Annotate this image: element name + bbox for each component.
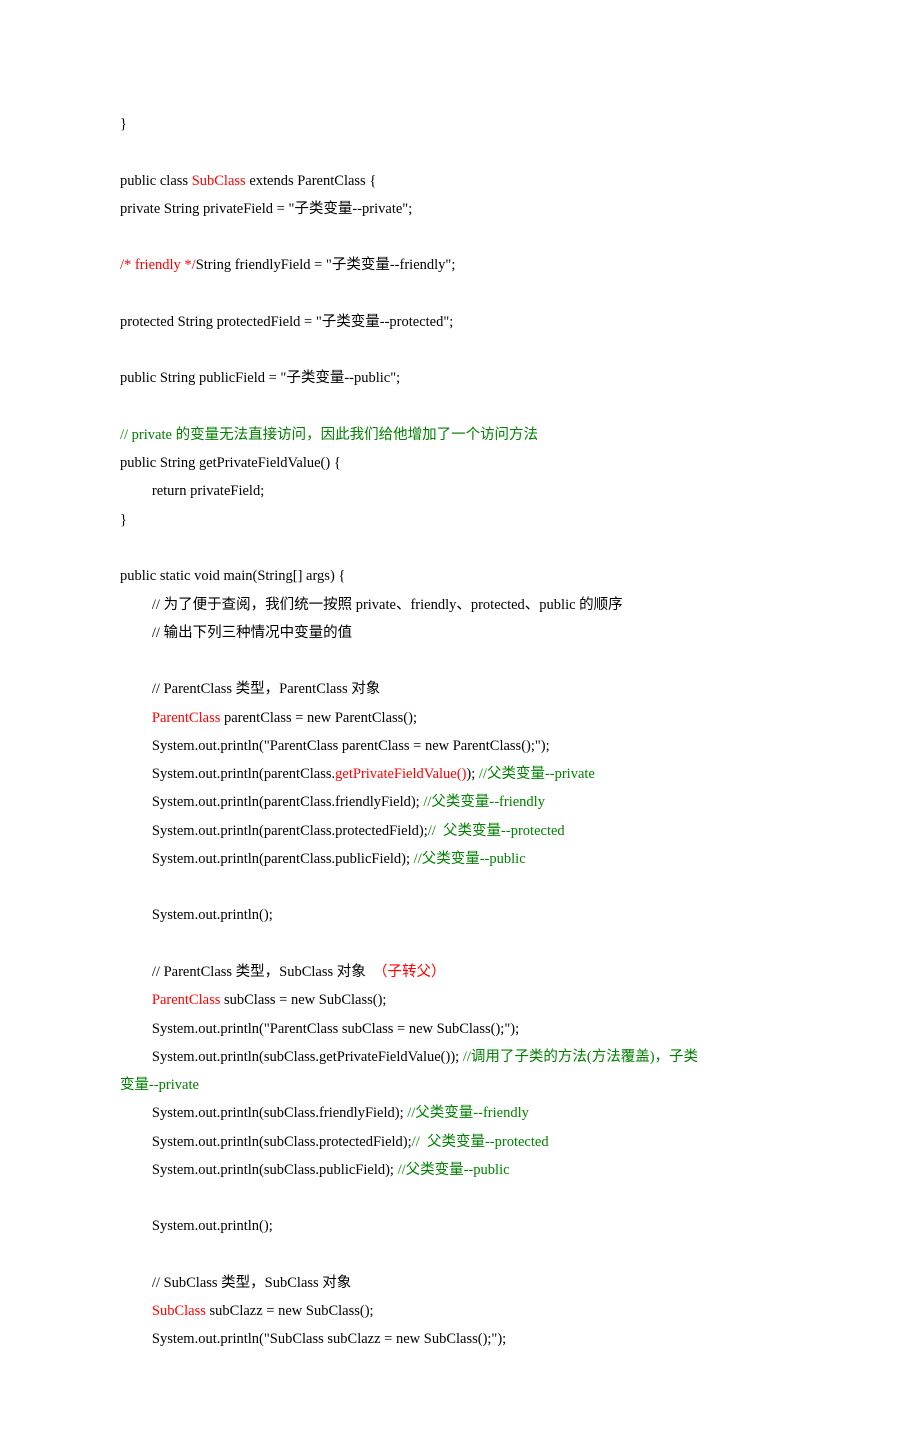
code-line: // ParentClass 类型，ParentClass 对象 <box>120 675 800 703</box>
code-segment: System.out.println("ParentClass parentCl… <box>152 738 550 754</box>
code-segment: System.out.println("ParentClass subClass… <box>152 1021 519 1037</box>
code-segment: System.out.println(parentClass.protected… <box>152 823 428 839</box>
code-segment: System.out.println(subClass.friendlyFiel… <box>152 1105 407 1121</box>
code-line <box>120 534 800 562</box>
code-segment: SubClass <box>152 1303 206 1319</box>
code-line: System.out.println("ParentClass subClass… <box>120 1015 800 1043</box>
code-segment: System.out.println("SubClass subClazz = … <box>152 1331 506 1347</box>
code-segment: // 为了便于查阅，我们统一按照 private、friendly、protec… <box>152 597 623 613</box>
code-segment: protected String protectedField = "子类变量-… <box>120 314 453 330</box>
code-line: /* friendly */String friendlyField = "子类… <box>120 251 800 279</box>
code-line: System.out.println(parentClass.friendlyF… <box>120 788 800 816</box>
code-segment: // 输出下列三种情况中变量的值 <box>152 625 352 641</box>
code-line: } <box>120 110 800 138</box>
code-line: SubClass subClazz = new SubClass(); <box>120 1297 800 1325</box>
code-line: // 输出下列三种情况中变量的值 <box>120 619 800 647</box>
code-segment: //调用了子类的方法(方法覆盖)，子类 <box>463 1049 698 1065</box>
code-segment: public class <box>120 173 192 189</box>
code-line: } <box>120 506 800 534</box>
code-line: 变量--private <box>120 1071 800 1099</box>
code-line: protected String protectedField = "子类变量-… <box>120 308 800 336</box>
code-segment: parentClass = new ParentClass(); <box>220 710 417 726</box>
code-block: } public class SubClass extends ParentCl… <box>120 110 800 1354</box>
code-segment: System.out.println(); <box>152 1218 273 1234</box>
code-segment: public static void main(String[] args) { <box>120 568 345 584</box>
code-segment: 变量--private <box>120 1077 199 1093</box>
code-line <box>120 1184 800 1212</box>
code-segment: public String getPrivateFieldValue() { <box>120 455 341 471</box>
code-line: System.out.println(); <box>120 1212 800 1240</box>
code-segment: String friendlyField = "子类变量--friendly"; <box>196 257 456 273</box>
code-line <box>120 930 800 958</box>
code-line: public String publicField = "子类变量--publi… <box>120 364 800 392</box>
code-segment: subClazz = new SubClass(); <box>206 1303 374 1319</box>
code-segment: // ParentClass 类型，ParentClass 对象 <box>152 681 380 697</box>
code-segment: // 父类变量--protected <box>412 1134 549 1150</box>
code-line: public static void main(String[] args) { <box>120 562 800 590</box>
code-line <box>120 1241 800 1269</box>
code-segment: //父类变量--public <box>414 851 526 867</box>
code-line: ParentClass subClass = new SubClass(); <box>120 986 800 1014</box>
code-segment: } <box>120 512 127 528</box>
code-line: public class SubClass extends ParentClas… <box>120 167 800 195</box>
code-line: ParentClass parentClass = new ParentClas… <box>120 704 800 732</box>
code-line: System.out.println(); <box>120 901 800 929</box>
code-segment: subClass = new SubClass(); <box>220 992 386 1008</box>
code-segment: ); <box>466 766 478 782</box>
code-line: System.out.println(subClass.getPrivateFi… <box>120 1043 800 1071</box>
code-segment: } <box>120 116 127 132</box>
code-segment: // private 的变量无法直接访问，因此我们给他增加了一个访问方法 <box>120 427 538 443</box>
code-segment: ParentClass <box>152 992 220 1008</box>
code-line <box>120 336 800 364</box>
code-segment: System.out.println(subClass.protectedFie… <box>152 1134 412 1150</box>
code-line: // private 的变量无法直接访问，因此我们给他增加了一个访问方法 <box>120 421 800 449</box>
code-segment: public String publicField = "子类变量--publi… <box>120 370 400 386</box>
code-segment: //父类变量--friendly <box>407 1105 529 1121</box>
code-segment: SubClass <box>192 173 246 189</box>
code-segment: //父类变量--friendly <box>423 794 545 810</box>
code-segment: getPrivateFieldValue() <box>335 766 466 782</box>
code-line: System.out.println("SubClass subClazz = … <box>120 1325 800 1353</box>
code-line: System.out.println(subClass.friendlyFiel… <box>120 1099 800 1127</box>
code-line <box>120 223 800 251</box>
code-line <box>120 138 800 166</box>
code-segment: System.out.println(parentClass.publicFie… <box>152 851 414 867</box>
code-segment: /* friendly */ <box>120 257 196 273</box>
code-segment: System.out.println(parentClass.friendlyF… <box>152 794 423 810</box>
code-line <box>120 647 800 675</box>
code-segment: // ParentClass 类型，SubClass 对象 <box>152 964 373 980</box>
code-line: return privateField; <box>120 477 800 505</box>
code-line: System.out.println(parentClass.protected… <box>120 817 800 845</box>
code-segment: //父类变量--private <box>479 766 595 782</box>
code-line: // SubClass 类型，SubClass 对象 <box>120 1269 800 1297</box>
code-segment: // 父类变量--protected <box>428 823 565 839</box>
code-line: System.out.println(parentClass.publicFie… <box>120 845 800 873</box>
code-segment: private String privateField = "子类变量--pri… <box>120 201 412 217</box>
code-segment: //父类变量--public <box>398 1162 510 1178</box>
code-line: private String privateField = "子类变量--pri… <box>120 195 800 223</box>
code-line: // 为了便于查阅，我们统一按照 private、friendly、protec… <box>120 591 800 619</box>
code-segment: // SubClass 类型，SubClass 对象 <box>152 1275 351 1291</box>
code-line <box>120 280 800 308</box>
code-segment: （子转父） <box>373 964 446 980</box>
code-line <box>120 873 800 901</box>
code-line: System.out.println(subClass.publicField)… <box>120 1156 800 1184</box>
code-segment: return privateField; <box>152 483 264 499</box>
code-segment: System.out.println(); <box>152 907 273 923</box>
code-line: public String getPrivateFieldValue() { <box>120 449 800 477</box>
code-segment: System.out.println(subClass.getPrivateFi… <box>152 1049 463 1065</box>
code-segment: extends ParentClass { <box>246 173 377 189</box>
document-page: } public class SubClass extends ParentCl… <box>0 0 920 1454</box>
code-line: System.out.println("ParentClass parentCl… <box>120 732 800 760</box>
code-line: System.out.println(parentClass.getPrivat… <box>120 760 800 788</box>
code-line: System.out.println(subClass.protectedFie… <box>120 1128 800 1156</box>
code-line <box>120 393 800 421</box>
code-segment: ParentClass <box>152 710 220 726</box>
code-segment: System.out.println(parentClass. <box>152 766 335 782</box>
code-segment: System.out.println(subClass.publicField)… <box>152 1162 398 1178</box>
code-line: // ParentClass 类型，SubClass 对象 （子转父） <box>120 958 800 986</box>
